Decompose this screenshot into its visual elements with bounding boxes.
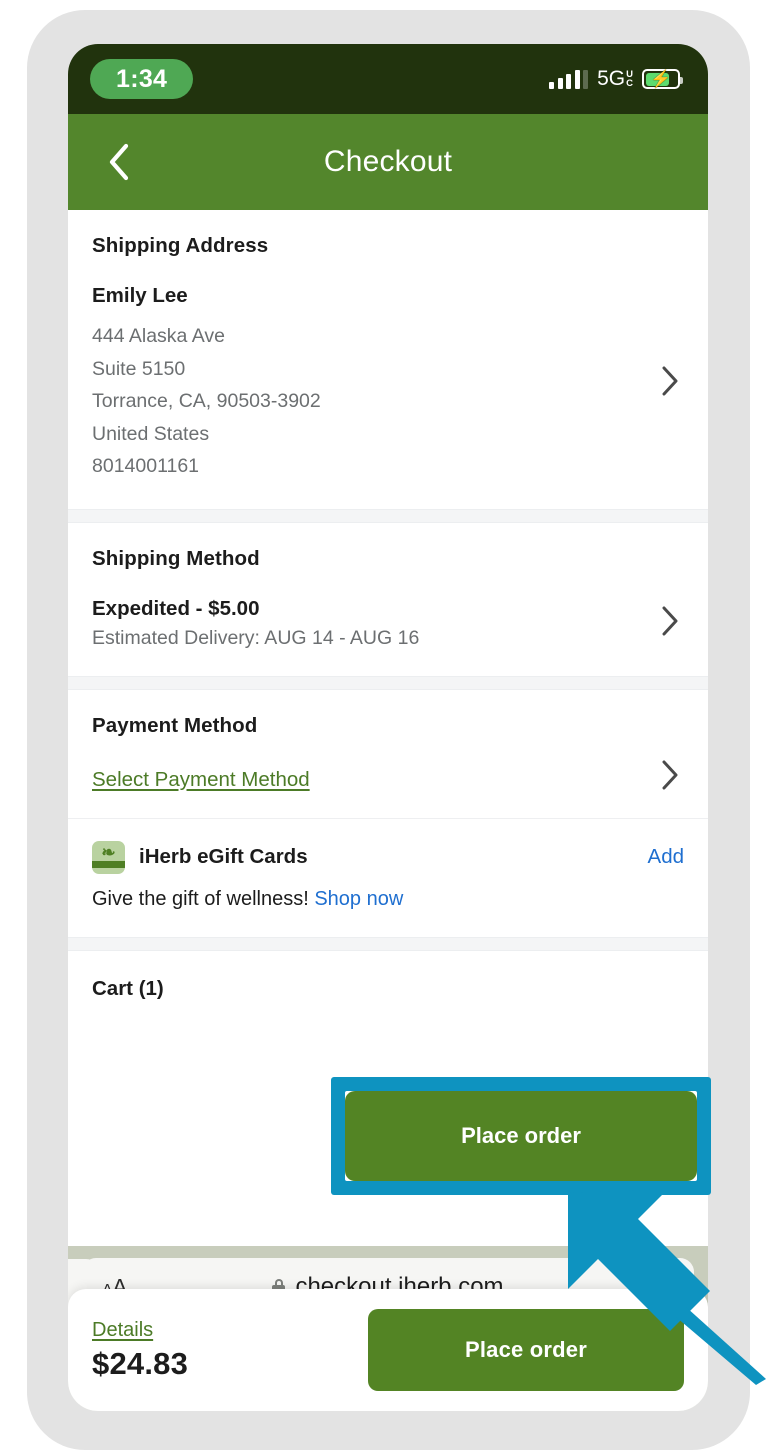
network-sub-bottom: C xyxy=(626,77,633,89)
section-divider xyxy=(68,675,708,690)
chevron-right-icon xyxy=(662,760,678,790)
order-details-link[interactable]: Details xyxy=(92,1319,153,1342)
place-order-highlight: Place order xyxy=(331,1077,711,1195)
shipping-method-heading: Shipping Method xyxy=(92,546,260,570)
shipping-method-section[interactable]: Shipping Method Expedited - $5.00 Estima… xyxy=(68,522,708,676)
annotation-arrow xyxy=(568,1189,766,1385)
shipping-address-section[interactable]: Shipping Address Emily Lee 444 Alaska Av… xyxy=(68,210,708,509)
status-time: 1:34 xyxy=(90,58,194,100)
shipping-option: Expedited - $5.00 xyxy=(92,596,260,620)
payment-method-section[interactable]: Payment Method Select Payment Method xyxy=(68,689,708,818)
section-divider xyxy=(68,508,708,523)
cart-section[interactable]: Cart (1) xyxy=(68,950,708,1061)
chevron-left-icon xyxy=(109,143,129,181)
egift-promo-text: Give the gift of wellness! xyxy=(92,887,309,910)
gift-icon: ❧ xyxy=(92,840,125,874)
address-line: 444 Alaska Ave xyxy=(92,325,225,347)
status-bar: 1:34 5G U C ⚡ xyxy=(68,44,708,114)
chevron-right-icon xyxy=(662,606,678,635)
address-line: 8014001161 xyxy=(92,455,200,477)
back-button[interactable] xyxy=(90,134,146,190)
egift-add-link[interactable]: Add xyxy=(648,845,684,869)
order-total-amount: $24.83 xyxy=(92,1345,189,1381)
delivery-estimate: Estimated Delivery: AUG 14 - AUG 16 xyxy=(92,626,420,649)
address-line: United States xyxy=(92,422,210,445)
address-lines: 444 Alaska Ave Suite 5150 Torrance, CA, … xyxy=(92,308,647,509)
screenshot-stage: 1:34 5G U C ⚡ Checkout Shipping Address … xyxy=(0,0,777,1456)
address-line: Torrance, CA, 90503-3902 xyxy=(92,390,321,412)
egift-promo: Give the gift of wellness! Shop now xyxy=(92,874,684,937)
order-total-group: Details $24.83 xyxy=(92,1319,188,1382)
section-divider xyxy=(68,936,708,951)
payment-method-heading: Payment Method xyxy=(92,713,258,737)
shipping-address-heading: Shipping Address xyxy=(92,234,269,257)
egift-cards-section: ❧ iHerb eGift Cards Add Give the gift of… xyxy=(68,818,708,937)
arrow-up-left-icon xyxy=(568,1189,766,1385)
egift-shop-now-link[interactable]: Shop now xyxy=(314,888,403,910)
chevron-right-icon xyxy=(662,366,678,396)
place-order-button-highlighted[interactable]: Place order xyxy=(345,1091,697,1181)
address-line: Suite 5150 xyxy=(92,357,186,380)
page-header: Checkout xyxy=(68,114,708,210)
egift-label: iHerb eGift Cards xyxy=(139,845,308,868)
select-payment-method-link[interactable]: Select Payment Method xyxy=(92,738,310,818)
signal-strength-icon xyxy=(549,69,589,89)
status-indicators: 5G U C ⚡ xyxy=(549,67,683,91)
battery-charging-icon: ⚡ xyxy=(642,69,683,89)
network-type-indicator: 5G U C xyxy=(597,67,633,91)
page-title: Checkout xyxy=(323,145,453,178)
shipping-address-chevron[interactable] xyxy=(661,365,680,402)
cart-heading: Cart (1) xyxy=(92,976,164,1000)
network-type-label: 5G xyxy=(597,67,626,90)
payment-method-chevron[interactable] xyxy=(661,759,680,796)
shipping-method-chevron[interactable] xyxy=(661,605,680,642)
recipient-name: Emily Lee xyxy=(92,284,188,307)
